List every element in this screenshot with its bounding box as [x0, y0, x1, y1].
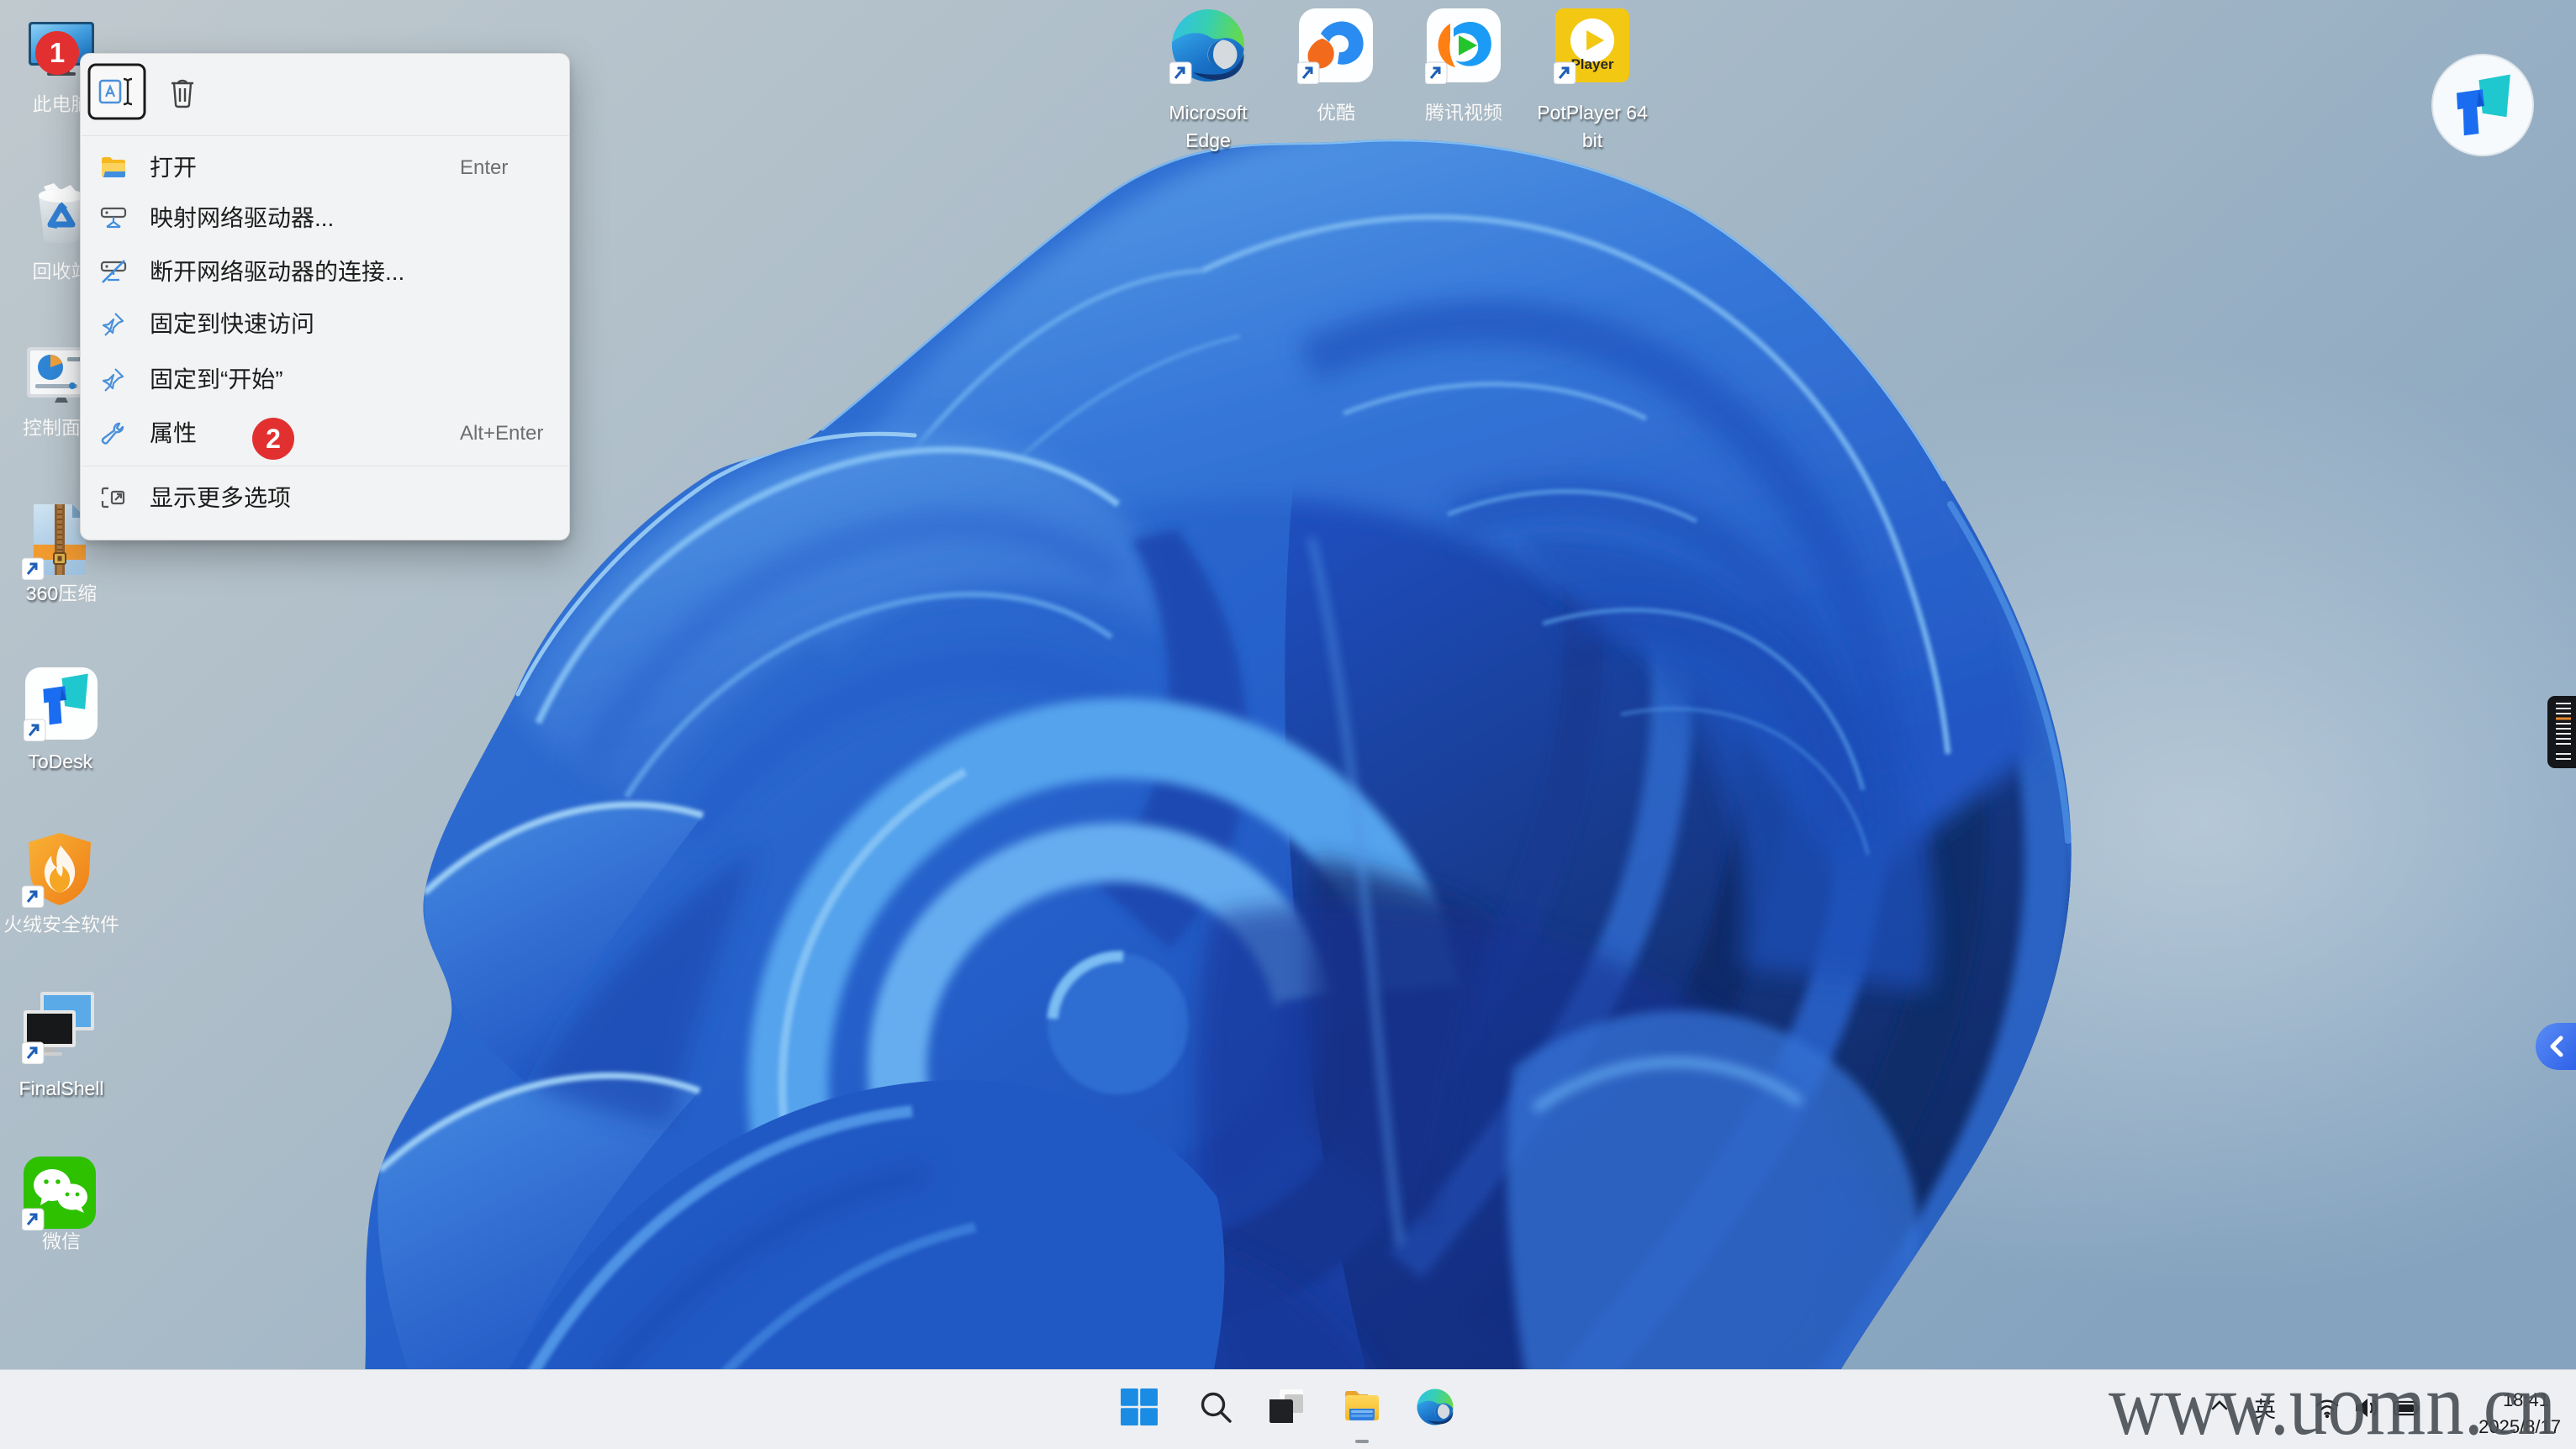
svg-text:Player: Player — [1570, 56, 1613, 72]
